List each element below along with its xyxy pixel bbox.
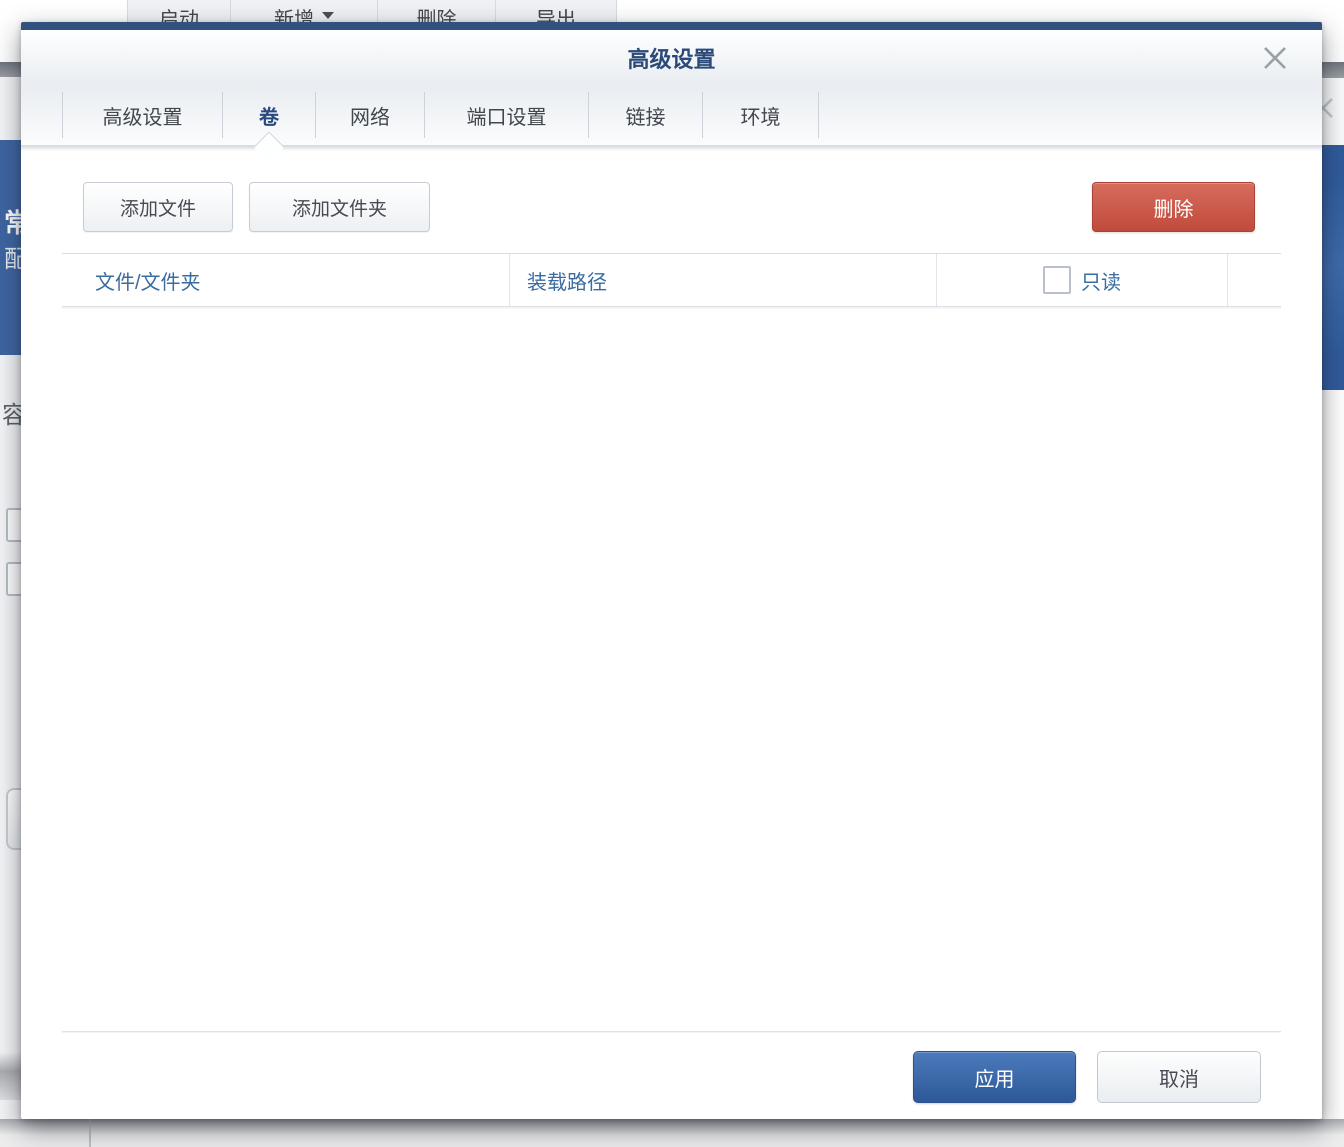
tab-environment[interactable]: 环境 xyxy=(703,85,818,145)
bg-left-shadow xyxy=(0,1052,21,1100)
background-right-blue-panel xyxy=(1322,145,1344,390)
tab-bar: 高级设置 卷 网络 端口设置 链接 环境 xyxy=(21,85,1322,145)
readonly-checkbox[interactable] xyxy=(1043,266,1071,294)
column-header-mount-path[interactable]: 装载路径 xyxy=(510,254,937,306)
background-right-titlebar xyxy=(1322,62,1344,78)
column-header-readonly: 只读 xyxy=(937,254,1228,306)
background-toolbar: 启动 新增 删除 导出 xyxy=(127,0,617,22)
tab-label: 网络 xyxy=(350,101,390,130)
cancel-label: 取消 xyxy=(1159,1063,1199,1092)
delete-button[interactable]: 删除 xyxy=(1092,182,1255,232)
add-folder-label: 添加文件夹 xyxy=(292,194,387,221)
apply-button[interactable]: 应用 xyxy=(913,1051,1076,1103)
dropdown-caret-icon xyxy=(322,12,334,19)
bg-add-label: 新增 xyxy=(274,3,314,22)
tab-links[interactable]: 链接 xyxy=(589,85,702,145)
background-left-blue-panel: 常 配 xyxy=(0,140,21,355)
footer-divider xyxy=(62,1031,1281,1032)
delete-label: 删除 xyxy=(1154,193,1194,222)
tab-label: 高级设置 xyxy=(103,101,183,130)
bg-add-button: 新增 xyxy=(231,0,378,22)
tab-advanced-settings[interactable]: 高级设置 xyxy=(63,85,222,145)
add-folder-button[interactable]: 添加文件夹 xyxy=(249,182,430,232)
bg-start-label: 启动 xyxy=(159,3,199,22)
bg-delete-label: 删除 xyxy=(417,3,457,22)
bg-export-button: 导出 xyxy=(496,0,616,22)
close-icon xyxy=(1260,43,1290,73)
bg-panel-text-fragment: 配 xyxy=(4,248,21,272)
column-header-spacer xyxy=(1228,254,1281,306)
column-header-file[interactable]: 文件/文件夹 xyxy=(62,254,510,306)
background-bottom xyxy=(0,1119,1344,1147)
cancel-button[interactable]: 取消 xyxy=(1097,1051,1261,1103)
background-left-titlebar xyxy=(0,62,21,77)
dialog-header: 高级设置 xyxy=(21,30,1322,85)
add-file-button[interactable]: 添加文件 xyxy=(83,182,233,232)
dialog-title: 高级设置 xyxy=(627,42,715,74)
tab-port-settings[interactable]: 端口设置 xyxy=(425,85,588,145)
background-bottom-divider xyxy=(89,1119,91,1147)
tab-label: 环境 xyxy=(741,101,781,130)
tab-separator xyxy=(818,92,819,138)
bg-start-button: 启动 xyxy=(128,0,231,22)
tab-network[interactable]: 网络 xyxy=(316,85,424,145)
tab-label: 链接 xyxy=(626,101,666,130)
column-header-mount-path-label: 装载路径 xyxy=(527,266,607,295)
tab-label: 端口设置 xyxy=(467,101,547,130)
tabs: 高级设置 卷 网络 端口设置 链接 环境 xyxy=(62,85,819,145)
close-button[interactable] xyxy=(1260,43,1290,73)
add-file-label: 添加文件 xyxy=(120,194,196,221)
bg-export-label: 导出 xyxy=(536,3,576,22)
background-right-header xyxy=(1322,78,1344,145)
column-header-file-label: 文件/文件夹 xyxy=(95,266,201,295)
apply-label: 应用 xyxy=(975,1063,1015,1092)
bg-close-icon xyxy=(1322,95,1336,121)
bg-delete-button: 删除 xyxy=(378,0,496,22)
tab-label: 卷 xyxy=(259,101,279,130)
readonly-label: 只读 xyxy=(1081,266,1121,295)
volume-table-header: 文件/文件夹 装载路径 只读 xyxy=(62,253,1281,307)
bg-panel-text-fragment: 常 xyxy=(4,210,21,236)
screen: 启动 新增 删除 导出 常 配 容 高级设置 xyxy=(0,0,1344,1147)
advanced-settings-dialog: 高级设置 高级设置 卷 网络 端口设置 链接 环境 xyxy=(21,22,1322,1119)
tab-divider-line xyxy=(21,145,1322,151)
